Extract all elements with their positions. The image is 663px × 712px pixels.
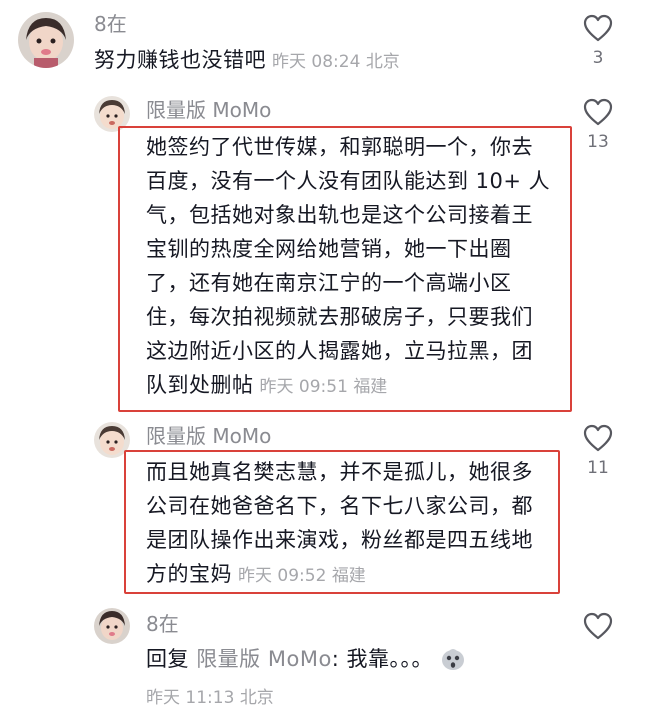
girl-avatar-icon	[94, 608, 130, 644]
comment-line: 这边附近小区的人揭露她，立马拉黑，团	[146, 339, 533, 363]
comment-line: 方的宝妈	[146, 562, 232, 586]
comment-line: 气，包括她对象出轨也是这个公司接着王	[146, 203, 533, 227]
comment-line: 住，每次拍视频就去那破房子，只要我们	[146, 305, 533, 329]
like-count: 13	[587, 132, 609, 152]
comment-line: 是团队操作出来演戏，粉丝都是四五线地	[146, 528, 533, 552]
comment-text: 回复 限量版 MoMo: 我靠。。。	[146, 642, 467, 676]
comment-line: 公司在她爸爸名下，名下七八家公司，都	[146, 494, 533, 518]
reply-text: : 我靠。。。	[331, 647, 434, 671]
comment-line: 了，还有她在南京江宁的一个高端小区	[146, 271, 512, 295]
like-group: 13	[573, 98, 623, 152]
avatar[interactable]	[18, 12, 74, 68]
username[interactable]: 限量版 MoMo	[146, 424, 271, 448]
heart-icon[interactable]	[583, 424, 613, 452]
like-count: 11	[587, 458, 609, 478]
comment-line: 她签约了代世传媒，和郭聪明一个，你去	[146, 135, 533, 159]
girl-avatar-icon	[18, 12, 74, 68]
comment-line: 百度，没有一个人没有团队能达到 10+ 人	[146, 169, 551, 193]
comment-meta: 昨天 11:13 北京	[146, 683, 274, 708]
reply-target-name[interactable]: 限量版 MoMo	[196, 647, 332, 671]
reply-prefix: 回复	[146, 647, 189, 671]
avatar[interactable]	[94, 608, 130, 644]
username[interactable]: 8在	[94, 12, 127, 36]
comment-line: 而且她真名樊志慧，并不是孤儿，她很多	[146, 460, 533, 484]
comment-text: 而且她真名樊志慧，并不是孤儿，她很多 公司在她爸爸名下，名下七八家公司，都 是团…	[146, 455, 558, 593]
heart-icon[interactable]	[583, 98, 613, 126]
comment-location: 北京	[239, 688, 274, 708]
comment-location: 福建	[353, 377, 388, 397]
comment-time: 昨天 11:13	[146, 688, 235, 708]
like-group: 3	[573, 14, 623, 68]
comment-time: 昨天 08:24	[272, 52, 361, 72]
username[interactable]: 限量版 MoMo	[146, 98, 271, 122]
comment-text: 她签约了代世传媒，和郭聪明一个，你去 百度，没有一个人没有团队能达到 10+ 人…	[146, 130, 566, 404]
comment-time: 昨天 09:51	[259, 377, 348, 397]
like-group	[573, 612, 623, 640]
comment-line: 宝钏的热度全网给她营销，她一下出圈	[146, 237, 512, 261]
comment-meta: 昨天 09:52 福建	[238, 566, 366, 586]
comment-location: 福建	[331, 566, 366, 586]
comment-meta: 昨天 09:51 福建	[260, 377, 388, 397]
heart-icon[interactable]	[583, 612, 613, 640]
comment-time: 昨天 09:52	[238, 566, 327, 586]
shocked-emoji-icon	[442, 649, 465, 670]
comment-line: 队到处删帖	[146, 373, 254, 397]
comment-body: 努力赚钱也没错吧	[94, 48, 266, 72]
like-count: 3	[592, 48, 604, 68]
heart-icon[interactable]	[583, 14, 613, 42]
comment-location: 北京	[365, 52, 400, 72]
comment-text: 努力赚钱也没错吧 昨天 08:24 北京	[94, 43, 400, 79]
like-group: 11	[573, 424, 623, 478]
comment-meta: 昨天 08:24 北京	[272, 52, 400, 72]
username[interactable]: 8在	[146, 612, 179, 636]
